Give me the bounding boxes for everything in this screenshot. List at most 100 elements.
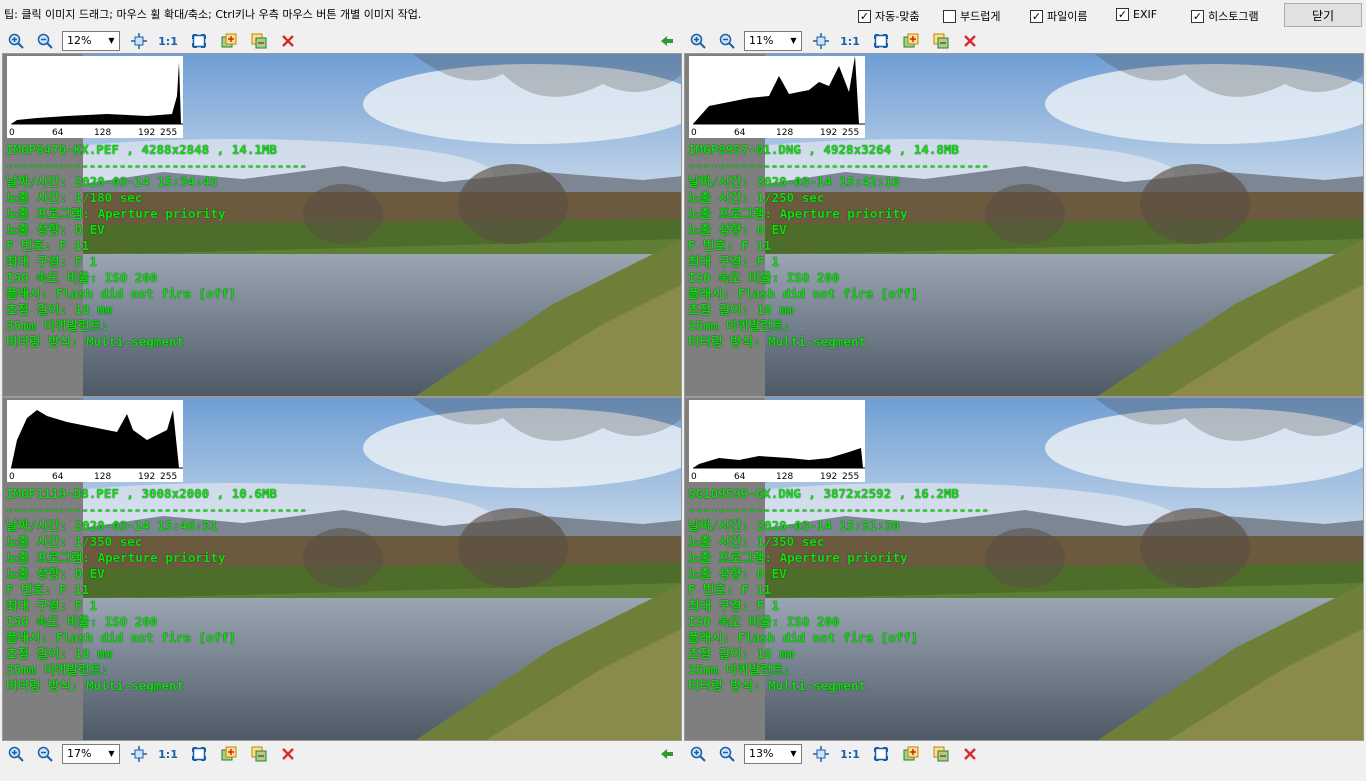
arrow-left-icon[interactable] bbox=[657, 31, 677, 51]
exif-info: SG109599-GX.DNG , 3872x2592 , 16.2MB ---… bbox=[688, 486, 990, 693]
histogram: 0 64 128 192 255 bbox=[7, 400, 183, 482]
histogram-checkbox[interactable]: ✓ 히스토그램 bbox=[1191, 8, 1259, 24]
close-image-icon[interactable] bbox=[278, 31, 298, 51]
full-screen-icon[interactable] bbox=[189, 31, 209, 51]
actual-size-button[interactable]: 1:1 bbox=[840, 744, 860, 764]
hist-tick-label: 128 bbox=[94, 472, 112, 482]
file-name-info: IMGP1119-D8.PEF , 3008x2000 , 10.6MB bbox=[6, 486, 277, 501]
image-viewport[interactable]: 0 64 128 192 255 SG109599-GX.DNG , 3872x… bbox=[684, 397, 1364, 741]
hist-tick-label: 128 bbox=[94, 128, 112, 138]
zoom-value: 11% bbox=[749, 34, 774, 47]
exif-flash: Flash did not fire [off] bbox=[737, 286, 919, 301]
close-image-icon[interactable] bbox=[278, 744, 298, 764]
exif-max-aperture: F 1 bbox=[756, 598, 780, 613]
exif-metering: Multi-segment bbox=[86, 678, 184, 693]
exif-fnumber: F 11 bbox=[59, 582, 90, 597]
zoom-out-icon[interactable] bbox=[717, 744, 737, 764]
arrow-left-icon[interactable] bbox=[657, 744, 677, 764]
filename-checkbox[interactable]: ✓ 파일이름 bbox=[1030, 8, 1087, 24]
close-image-icon[interactable] bbox=[960, 31, 980, 51]
hist-tick-label: 192 bbox=[138, 472, 156, 482]
zoom-select[interactable]: 11% ▼ bbox=[744, 31, 802, 51]
zoom-in-icon[interactable] bbox=[6, 31, 26, 51]
image-pane: 17% ▼ 1:1 0 64 128 192 255 IMGP1119-D8.P… bbox=[0, 397, 682, 781]
image-viewport[interactable]: 0 64 128 192 255 IMGP8470-KX.PEF , 4288x… bbox=[2, 53, 682, 397]
exif-datetime: 2020-03-14 15:46:51 bbox=[74, 518, 218, 533]
file-name-info: IMGP8957-01.DNG , 4928x3264 , 14.8MB bbox=[688, 142, 959, 157]
checkbox-box[interactable]: ✓ bbox=[1116, 8, 1129, 21]
histogram: 0 64 128 192 255 bbox=[7, 56, 183, 138]
full-screen-icon[interactable] bbox=[189, 744, 209, 764]
zoom-in-icon[interactable] bbox=[688, 31, 708, 51]
fit-window-icon[interactable] bbox=[811, 744, 831, 764]
histogram-graph bbox=[693, 56, 865, 125]
actual-size-button[interactable]: 1:1 bbox=[840, 31, 860, 51]
tip-text: 팁: 클릭 이미지 드래그; 마우스 휠 확대/축소; Ctrl키나 우측 마우… bbox=[4, 8, 422, 21]
full-screen-icon[interactable] bbox=[871, 31, 891, 51]
hist-tick-label: 192 bbox=[820, 472, 838, 482]
exif-fnumber: F 11 bbox=[741, 582, 772, 597]
exif-fnumber: F 11 bbox=[59, 238, 90, 253]
file-name-info: IMGP8470-KX.PEF , 4288x2848 , 14.1MB bbox=[6, 142, 277, 157]
close-image-icon[interactable] bbox=[960, 744, 980, 764]
zoom-select[interactable]: 17% ▼ bbox=[62, 744, 120, 764]
zoom-value: 17% bbox=[67, 747, 92, 760]
full-screen-icon[interactable] bbox=[871, 744, 891, 764]
hist-tick-label: 255 bbox=[842, 128, 860, 138]
top-toolbar: 팁: 클릭 이미지 드래그; 마우스 휠 확대/축소; Ctrl키나 우측 마우… bbox=[0, 0, 1366, 30]
exif-flash: Flash did not fire [off] bbox=[55, 630, 237, 645]
zoom-in-icon[interactable] bbox=[688, 744, 708, 764]
info-divider: ---------------------------------------- bbox=[6, 158, 308, 173]
fit-window-icon[interactable] bbox=[129, 744, 149, 764]
close-button[interactable]: 닫기 bbox=[1284, 3, 1362, 27]
image-viewport[interactable]: 0 64 128 192 255 IMGP1119-D8.PEF , 3008x… bbox=[2, 397, 682, 741]
checkbox-box[interactable] bbox=[943, 9, 956, 23]
paste-image-icon[interactable] bbox=[931, 744, 951, 764]
histogram-graph bbox=[11, 410, 183, 469]
zoom-out-icon[interactable] bbox=[717, 31, 737, 51]
hist-tick-label: 128 bbox=[776, 472, 794, 482]
copy-image-icon[interactable] bbox=[901, 744, 921, 764]
paste-image-icon[interactable] bbox=[249, 31, 269, 51]
zoom-out-icon[interactable] bbox=[35, 744, 55, 764]
exif-iso: ISO 200 bbox=[104, 270, 158, 285]
actual-size-button[interactable]: 1:1 bbox=[158, 744, 178, 764]
exif-program: Aperture priority bbox=[779, 550, 908, 565]
pane-toolbar: 13% ▼ 1:1 bbox=[682, 741, 1364, 766]
hist-tick-label: 0 bbox=[691, 472, 697, 482]
exif-info: IMGP1119-D8.PEF , 3008x2000 , 10.6MB ---… bbox=[6, 486, 308, 693]
image-pane: 12% ▼ 1:1 0 64 128 192 255 IMGP8470-KX.P… bbox=[0, 28, 682, 412]
chevron-down-icon: ▼ bbox=[108, 36, 115, 45]
paste-image-icon[interactable] bbox=[249, 744, 269, 764]
smooth-checkbox[interactable]: 부드럽게 bbox=[943, 8, 1000, 24]
actual-size-button[interactable]: 1:1 bbox=[158, 31, 178, 51]
exif-checkbox[interactable]: ✓ EXIF bbox=[1116, 8, 1157, 21]
image-pane: 13% ▼ 1:1 0 64 128 192 255 SG109599-GX.D… bbox=[682, 397, 1364, 781]
paste-image-icon[interactable] bbox=[931, 31, 951, 51]
exif-max-aperture: F 1 bbox=[74, 254, 98, 269]
hist-tick-label: 192 bbox=[820, 128, 838, 138]
checkbox-box[interactable]: ✓ bbox=[1191, 9, 1204, 23]
image-viewport[interactable]: 0 64 128 192 255 IMGP8957-01.DNG , 4928x… bbox=[684, 53, 1364, 397]
checkbox-box[interactable]: ✓ bbox=[858, 9, 871, 23]
info-divider: ---------------------------------------- bbox=[688, 502, 990, 517]
hist-tick-label: 128 bbox=[776, 128, 794, 138]
fit-window-icon[interactable] bbox=[811, 31, 831, 51]
copy-image-icon[interactable] bbox=[219, 744, 239, 764]
exif-exposure: 1/180 sec bbox=[74, 190, 143, 205]
hist-tick-label: 255 bbox=[160, 128, 178, 138]
checkbox-box[interactable]: ✓ bbox=[1030, 9, 1043, 23]
copy-image-icon[interactable] bbox=[219, 31, 239, 51]
exif-exposure: 1/350 sec bbox=[756, 534, 825, 549]
exif-max-aperture: F 1 bbox=[756, 254, 780, 269]
zoom-out-icon[interactable] bbox=[35, 31, 55, 51]
copy-image-icon[interactable] bbox=[901, 31, 921, 51]
exif-metering: Multi-segment bbox=[768, 334, 866, 349]
auto-fit-checkbox[interactable]: ✓ 자동-맞춤 bbox=[858, 8, 919, 24]
fit-window-icon[interactable] bbox=[129, 31, 149, 51]
exif-datetime: 2020-03-14 15:42:16 bbox=[756, 174, 900, 189]
zoom-select[interactable]: 12% ▼ bbox=[62, 31, 120, 51]
zoom-select[interactable]: 13% ▼ bbox=[744, 744, 802, 764]
zoom-in-icon[interactable] bbox=[6, 744, 26, 764]
info-divider: ---------------------------------------- bbox=[688, 158, 990, 173]
